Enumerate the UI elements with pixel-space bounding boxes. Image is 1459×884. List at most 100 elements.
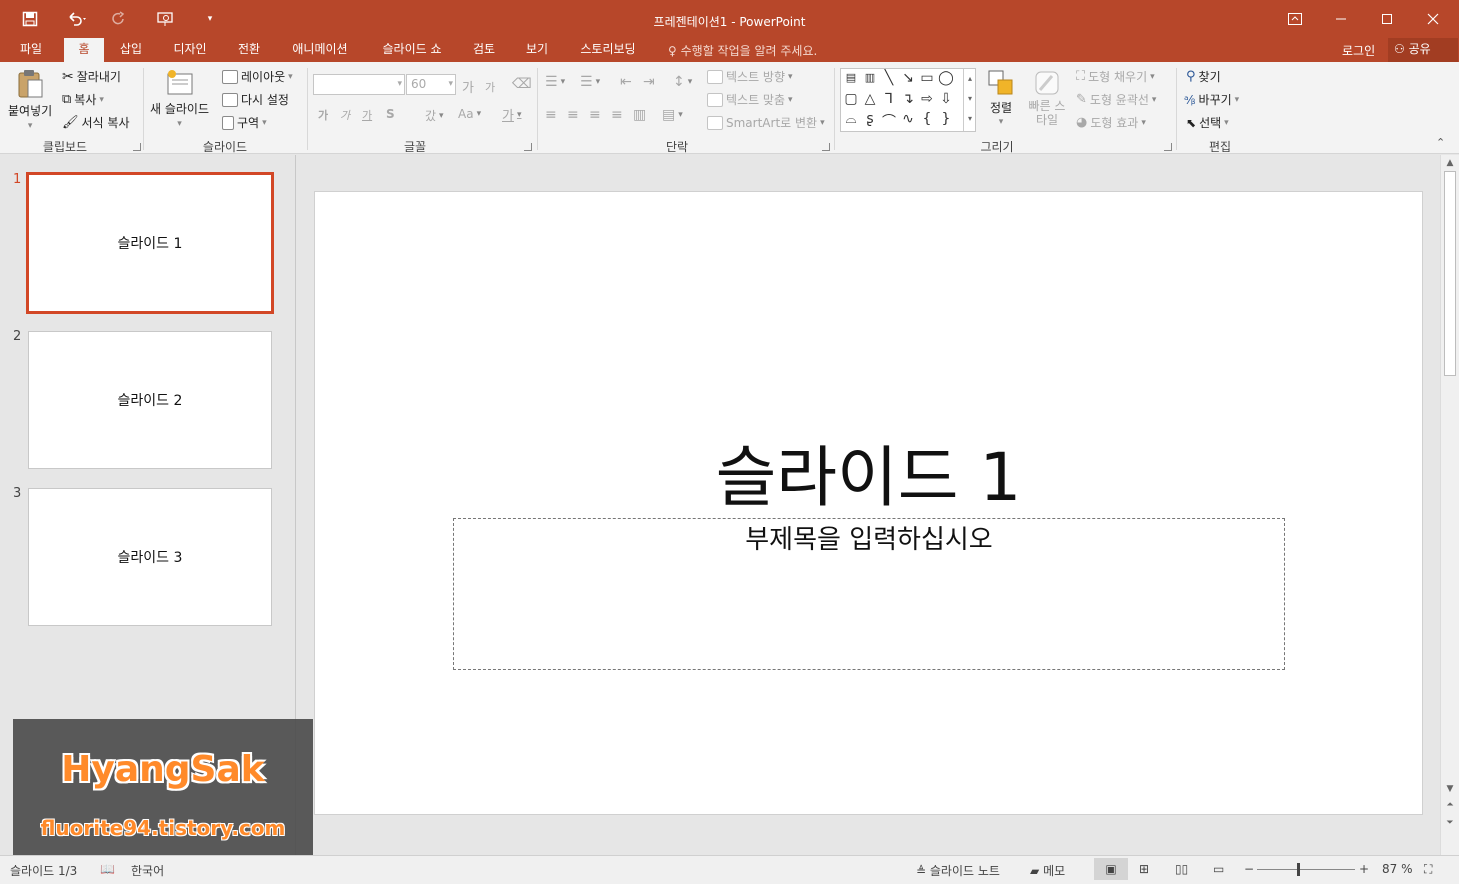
vertical-scrollbar[interactable]: ▲ ▼ ⏶ ⏷	[1440, 155, 1459, 855]
right-arrow-icon[interactable]: ⇨	[918, 91, 936, 107]
clipboard-launcher-icon[interactable]	[133, 143, 141, 151]
underline-button[interactable]: 가	[362, 107, 372, 123]
align-left-icon[interactable]: ≡	[545, 107, 557, 123]
arrow-line-icon[interactable]: ↘	[899, 70, 917, 86]
curve-icon[interactable]: ʂ	[861, 111, 879, 127]
scroll-up-icon[interactable]: ▲	[1443, 158, 1457, 168]
font-size-combo[interactable]: 60 ▾	[406, 74, 456, 95]
justify-icon[interactable]: ≡	[611, 107, 623, 123]
zoom-slider[interactable]	[1257, 869, 1355, 870]
slide-sorter-icon[interactable]: ⊞	[1139, 862, 1149, 876]
format-painter-button[interactable]: 🖌 서식 복사	[62, 114, 130, 131]
tab-animations[interactable]: 애니메이션	[280, 38, 360, 62]
tab-file[interactable]: 파일	[6, 38, 56, 62]
shape-fill-button[interactable]: ⛶ 도형 채우기 ▾	[1076, 68, 1155, 85]
wave-icon[interactable]: ∿	[899, 111, 917, 127]
shadow-button[interactable]: S	[386, 107, 395, 121]
slide-thumbnail[interactable]: 슬라이드 1	[26, 172, 274, 314]
line-icon[interactable]: ╲	[880, 70, 898, 86]
down-arrow-icon[interactable]: ⇩	[937, 91, 955, 107]
comments-button[interactable]: ▰ 메모	[1030, 862, 1065, 879]
align-right-icon[interactable]: ≡	[589, 107, 601, 123]
minimize-icon[interactable]	[1318, 0, 1364, 38]
section-button[interactable]: 구역 ▾	[222, 114, 267, 131]
next-slide-icon[interactable]: ⏷	[1443, 818, 1457, 828]
tab-slide-show[interactable]: 슬라이드 쇼	[370, 38, 454, 62]
italic-button[interactable]: 가	[340, 107, 350, 123]
tab-review[interactable]: 검토	[464, 38, 504, 62]
collapse-ribbon-icon[interactable]: ⌃	[1436, 136, 1445, 149]
rounded-rectangle-icon[interactable]: ▢	[842, 91, 860, 107]
smartart-button[interactable]: SmartArt로 변환 ▾	[707, 114, 825, 131]
zoom-out-icon[interactable]: −	[1244, 862, 1254, 876]
tab-transitions[interactable]: 전환	[228, 38, 270, 62]
align-text-button[interactable]: 텍스트 맞춤 ▾	[707, 91, 793, 108]
maximize-icon[interactable]	[1364, 0, 1410, 38]
tab-insert[interactable]: 삽입	[110, 38, 152, 62]
font-color-button[interactable]: 가 ▾	[502, 105, 522, 124]
tab-design[interactable]: 디자인	[162, 38, 218, 62]
bold-button[interactable]: 가	[318, 107, 328, 123]
distributed-icon[interactable]: ▥	[633, 107, 646, 123]
columns-icon[interactable]: ▤ ▾	[662, 107, 683, 123]
login-link[interactable]: 로그인	[1342, 42, 1375, 59]
zoom-in-icon[interactable]: +	[1359, 862, 1369, 876]
tab-home[interactable]: 홈	[64, 38, 104, 62]
increase-font-button[interactable]: 가	[462, 77, 474, 96]
slide-thumbnail[interactable]: 슬라이드 3	[28, 488, 272, 626]
decrease-font-button[interactable]: 가	[485, 79, 495, 95]
right-brace-icon[interactable]: }	[937, 111, 955, 127]
rectangle-icon[interactable]: ▭	[918, 70, 936, 86]
bullets-icon[interactable]: ☰ ▾	[545, 74, 565, 90]
tab-view[interactable]: 보기	[514, 38, 560, 62]
shape-outline-button[interactable]: ✎ 도형 윤곽선 ▾	[1076, 91, 1156, 108]
freeform-icon[interactable]: ⌓	[842, 111, 860, 127]
scrollbar-thumb[interactable]	[1444, 171, 1456, 376]
text-direction-button[interactable]: 텍스트 방향 ▾	[707, 68, 793, 85]
slide-thumbnail[interactable]: 슬라이드 2	[28, 331, 272, 469]
new-slide-button[interactable]: 새 슬라이드 ▾	[150, 68, 209, 129]
replace-button[interactable]: ᵃ⁄ᵦ 바꾸기 ▾	[1184, 91, 1239, 108]
select-button[interactable]: ⬉ 선택 ▾	[1186, 114, 1229, 131]
increase-indent-icon[interactable]: ⇥	[643, 74, 655, 90]
vertical-textbox-icon[interactable]: ▥	[861, 71, 879, 84]
tab-storyboarding[interactable]: 스토리보딩	[570, 38, 646, 62]
notes-button[interactable]: ≜ 슬라이드 노트	[916, 862, 1000, 879]
left-brace-icon[interactable]: {	[918, 111, 936, 127]
font-name-combo[interactable]: ▾	[313, 74, 405, 95]
line-spacing-icon[interactable]: ↕ ▾	[673, 74, 692, 90]
previous-slide-icon[interactable]: ⏶	[1443, 800, 1457, 810]
elbow-arrow-icon[interactable]: ↴	[899, 91, 917, 107]
normal-view-icon[interactable]: ▣	[1094, 858, 1128, 880]
ribbon-display-options-icon[interactable]	[1272, 0, 1318, 38]
drawing-launcher-icon[interactable]	[1164, 143, 1172, 151]
arc-icon[interactable]: ⌒	[880, 111, 898, 131]
decrease-indent-icon[interactable]: ⇤	[620, 74, 632, 90]
clear-formatting-icon[interactable]: ⌫	[512, 76, 532, 92]
character-spacing-button[interactable]: 갔 ▾	[425, 107, 444, 124]
share-button[interactable]: ⚇ 공유	[1388, 38, 1458, 62]
subtitle-placeholder[interactable]: 부제목을 입력하십시오	[453, 518, 1285, 670]
fit-to-window-icon[interactable]: ⛶	[1424, 862, 1432, 877]
reset-button[interactable]: 다시 설정	[222, 91, 289, 108]
copy-button[interactable]: ⧉ 복사 ▾	[62, 91, 104, 108]
quick-styles-button[interactable]: 빠른 스타일	[1022, 68, 1072, 127]
slide-canvas[interactable]: 슬라이드 1 부제목을 입력하십시오	[314, 191, 1423, 815]
gallery-scroll[interactable]: ▴ ▾ ▾	[963, 69, 976, 131]
arrange-button[interactable]: 정렬 ▾	[986, 68, 1016, 127]
tell-me-box[interactable]: ♀ 수행할 작업을 알려 주세요.	[668, 42, 817, 59]
font-launcher-icon[interactable]	[524, 143, 532, 151]
language[interactable]: 한국어	[131, 862, 164, 879]
slide-title[interactable]: 슬라이드 1	[315, 424, 1422, 520]
scroll-down-icon[interactable]: ▼	[1443, 784, 1457, 794]
triangle-icon[interactable]: △	[861, 91, 879, 107]
zoom-level[interactable]: 87 %	[1382, 862, 1413, 876]
close-icon[interactable]	[1410, 0, 1456, 38]
spellcheck-icon[interactable]: 📖	[100, 862, 115, 876]
paste-button[interactable]: 붙여넣기 ▾	[8, 68, 52, 131]
find-button[interactable]: ⚲ 찾기	[1186, 68, 1221, 85]
slideshow-icon[interactable]: ▭	[1213, 862, 1224, 876]
shapes-gallery[interactable]: ▤ ▥ ╲ ↘ ▭ ◯ ▢ △ ⅂ ↴ ⇨ ⇩ ⌓ ʂ ⌒ ∿ { } ▴ ▾ ▾	[840, 68, 976, 132]
elbow-connector-icon[interactable]: ⅂	[880, 91, 898, 107]
cut-button[interactable]: ✂ 잘라내기	[62, 68, 121, 85]
